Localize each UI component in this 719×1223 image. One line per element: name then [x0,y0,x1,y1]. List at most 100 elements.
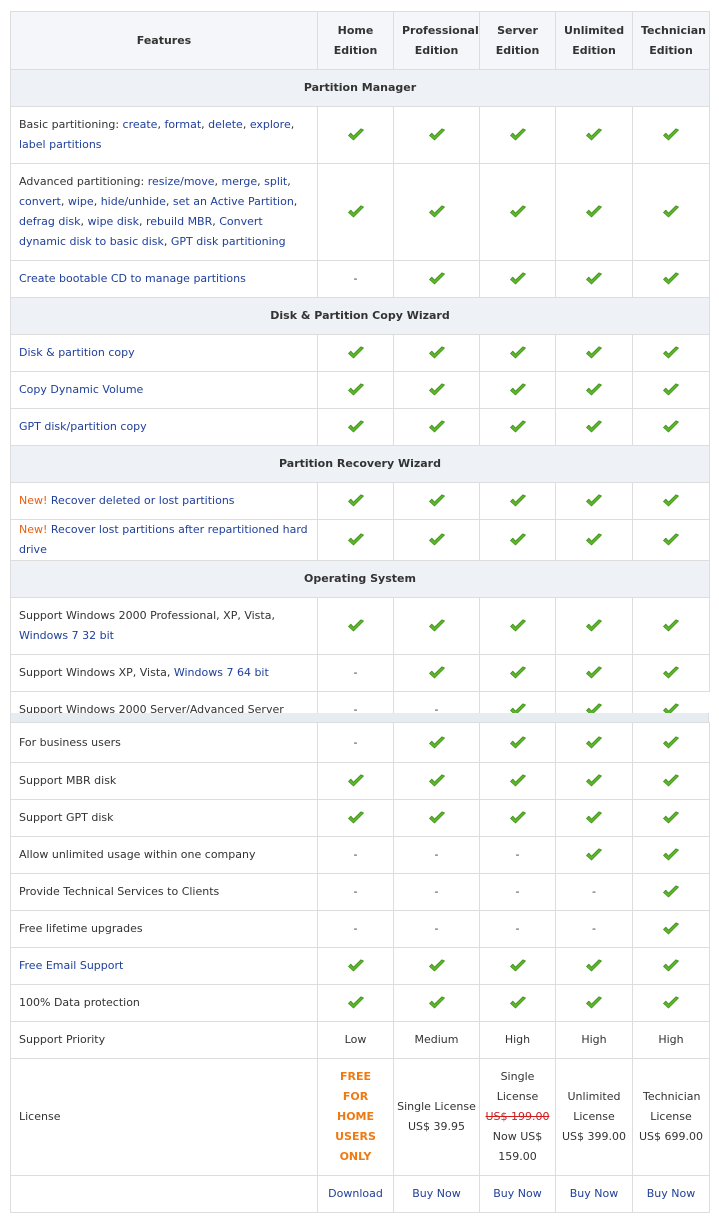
table-row: Free Email Support [10,947,710,985]
link-create[interactable]: create [123,118,158,131]
cell-value [632,597,710,655]
cell-value [393,762,480,800]
actions-row: Download Buy Now Buy Now Buy Now Buy Now [10,1175,710,1213]
link-convert[interactable]: convert [19,195,61,208]
section-recovery-wizard: Partition Recovery Wizard [10,445,710,483]
cell-value [632,654,710,692]
link-windows7-32bit[interactable]: Windows 7 32 bit [19,629,114,642]
dash-value: - [592,922,596,935]
feature-unlimited-usage: Allow unlimited usage within one company [10,836,318,874]
cell-value: - [317,654,394,692]
feature-mbr: Support MBR disk [10,762,318,800]
link-split[interactable]: split [264,175,287,188]
link-hide-unhide[interactable]: hide/unhide [101,195,166,208]
cell-value: - [393,910,480,948]
dash-value: - [434,885,439,898]
new-badge: New! [19,494,48,507]
check-icon [428,272,446,286]
check-icon [428,774,446,788]
cell-value [393,984,480,1022]
table-row: Support GPT disk [10,799,710,837]
check-icon [428,959,446,973]
check-icon [585,703,603,713]
link-wipe-disk[interactable]: wipe disk [88,215,139,228]
link-defrag-disk[interactable]: defrag disk [19,215,81,228]
link-label-partitions[interactable]: label partitions [19,138,102,151]
link-disk-partition-copy[interactable]: Disk & partition copy [19,346,135,359]
download-button[interactable]: Download [328,1187,383,1200]
feature-gpt: Support GPT disk [10,799,318,837]
buy-now-server-button[interactable]: Buy Now [493,1187,541,1200]
link-gpt-disk-partitioning[interactable]: GPT disk partitioning [171,235,286,248]
feature-support-priority: Support Priority [10,1021,318,1059]
section-row: Disk & Partition Copy Wizard [10,297,710,335]
link-delete[interactable]: delete [208,118,243,131]
buy-now-unlimited-button[interactable]: Buy Now [570,1187,618,1200]
buy-now-professional-button[interactable]: Buy Now [412,1187,460,1200]
cell-value [632,260,710,298]
cell-value [555,984,633,1022]
link-merge[interactable]: merge [222,175,258,188]
check-icon [585,205,603,219]
cell-value [555,692,633,713]
cell-value [317,799,394,837]
cell-value [479,408,556,446]
cell-value [317,762,394,800]
table-row: Create bootable CD to manage partitions … [10,260,710,298]
check-icon [585,774,603,788]
check-icon [662,205,680,219]
check-icon [509,996,527,1010]
dash-value: - [353,703,358,713]
dash-value: - [353,666,358,679]
feature-advanced-partitioning: Advanced partitioning: resize/move, merg… [10,163,318,261]
cell-value [393,519,480,561]
check-icon [347,420,365,434]
table-row: For business users - [10,722,710,763]
link-recover-repartitioned[interactable]: Recover lost partitions after repartitio… [19,523,308,556]
table-row: Support Windows 2000 Professional, XP, V… [10,597,710,655]
table-row: New! Recover deleted or lost partitions [10,482,710,520]
action-cell: Buy Now [393,1175,480,1213]
cell-value [317,947,394,985]
link-set-active-partition[interactable]: set an Active Partition [173,195,294,208]
link-rebuild-mbr[interactable]: rebuild MBR [146,215,212,228]
cell-value [479,722,556,763]
link-free-email-support[interactable]: Free Email Support [19,959,123,972]
server-edition-header: Server Edition [479,11,556,70]
link-gpt-copy[interactable]: GPT disk/partition copy [19,420,147,433]
feature-gpt-copy: GPT disk/partition copy [10,408,318,446]
cell-value [393,371,480,409]
cell-value [479,482,556,520]
cell-value [555,163,633,261]
link-recover-deleted[interactable]: Recover deleted or lost partitions [47,494,235,507]
check-icon [347,383,365,397]
link-bootable-cd[interactable]: Create bootable CD to manage partitions [19,272,246,285]
check-icon [509,811,527,825]
check-icon [585,383,603,397]
link-explore[interactable]: explore [250,118,291,131]
table-row: Support Priority Low Medium High High Hi… [10,1021,710,1059]
table-row: Free lifetime upgrades - - - - [10,910,710,948]
check-icon [347,205,365,219]
comparison-table-wrap: Features Home Edition Professional Edition… [10,11,710,1213]
link-copy-dynamic-volume[interactable]: Copy Dynamic Volume [19,383,143,396]
cell-value [555,408,633,446]
table-row: GPT disk/partition copy [10,408,710,446]
link-wipe[interactable]: wipe [68,195,94,208]
check-icon [509,959,527,973]
section-copy-wizard: Disk & Partition Copy Wizard [10,297,710,335]
section-row: Partition Manager [10,69,710,107]
cell-value: - [479,836,556,874]
link-format[interactable]: format [164,118,201,131]
buy-now-technician-button[interactable]: Buy Now [647,1187,695,1200]
table-row: Copy Dynamic Volume [10,371,710,409]
old-price: US$ 199.00 [485,1110,550,1123]
table-row: Support Windows XP, Vista, Windows 7 64 … [10,654,710,692]
cell-value [393,722,480,763]
cell-value [479,597,556,655]
link-windows7-64bit[interactable]: Windows 7 64 bit [174,666,269,679]
cell-value [317,408,394,446]
check-icon [428,383,446,397]
cell-value [632,519,710,561]
link-resize-move[interactable]: resize/move [148,175,215,188]
